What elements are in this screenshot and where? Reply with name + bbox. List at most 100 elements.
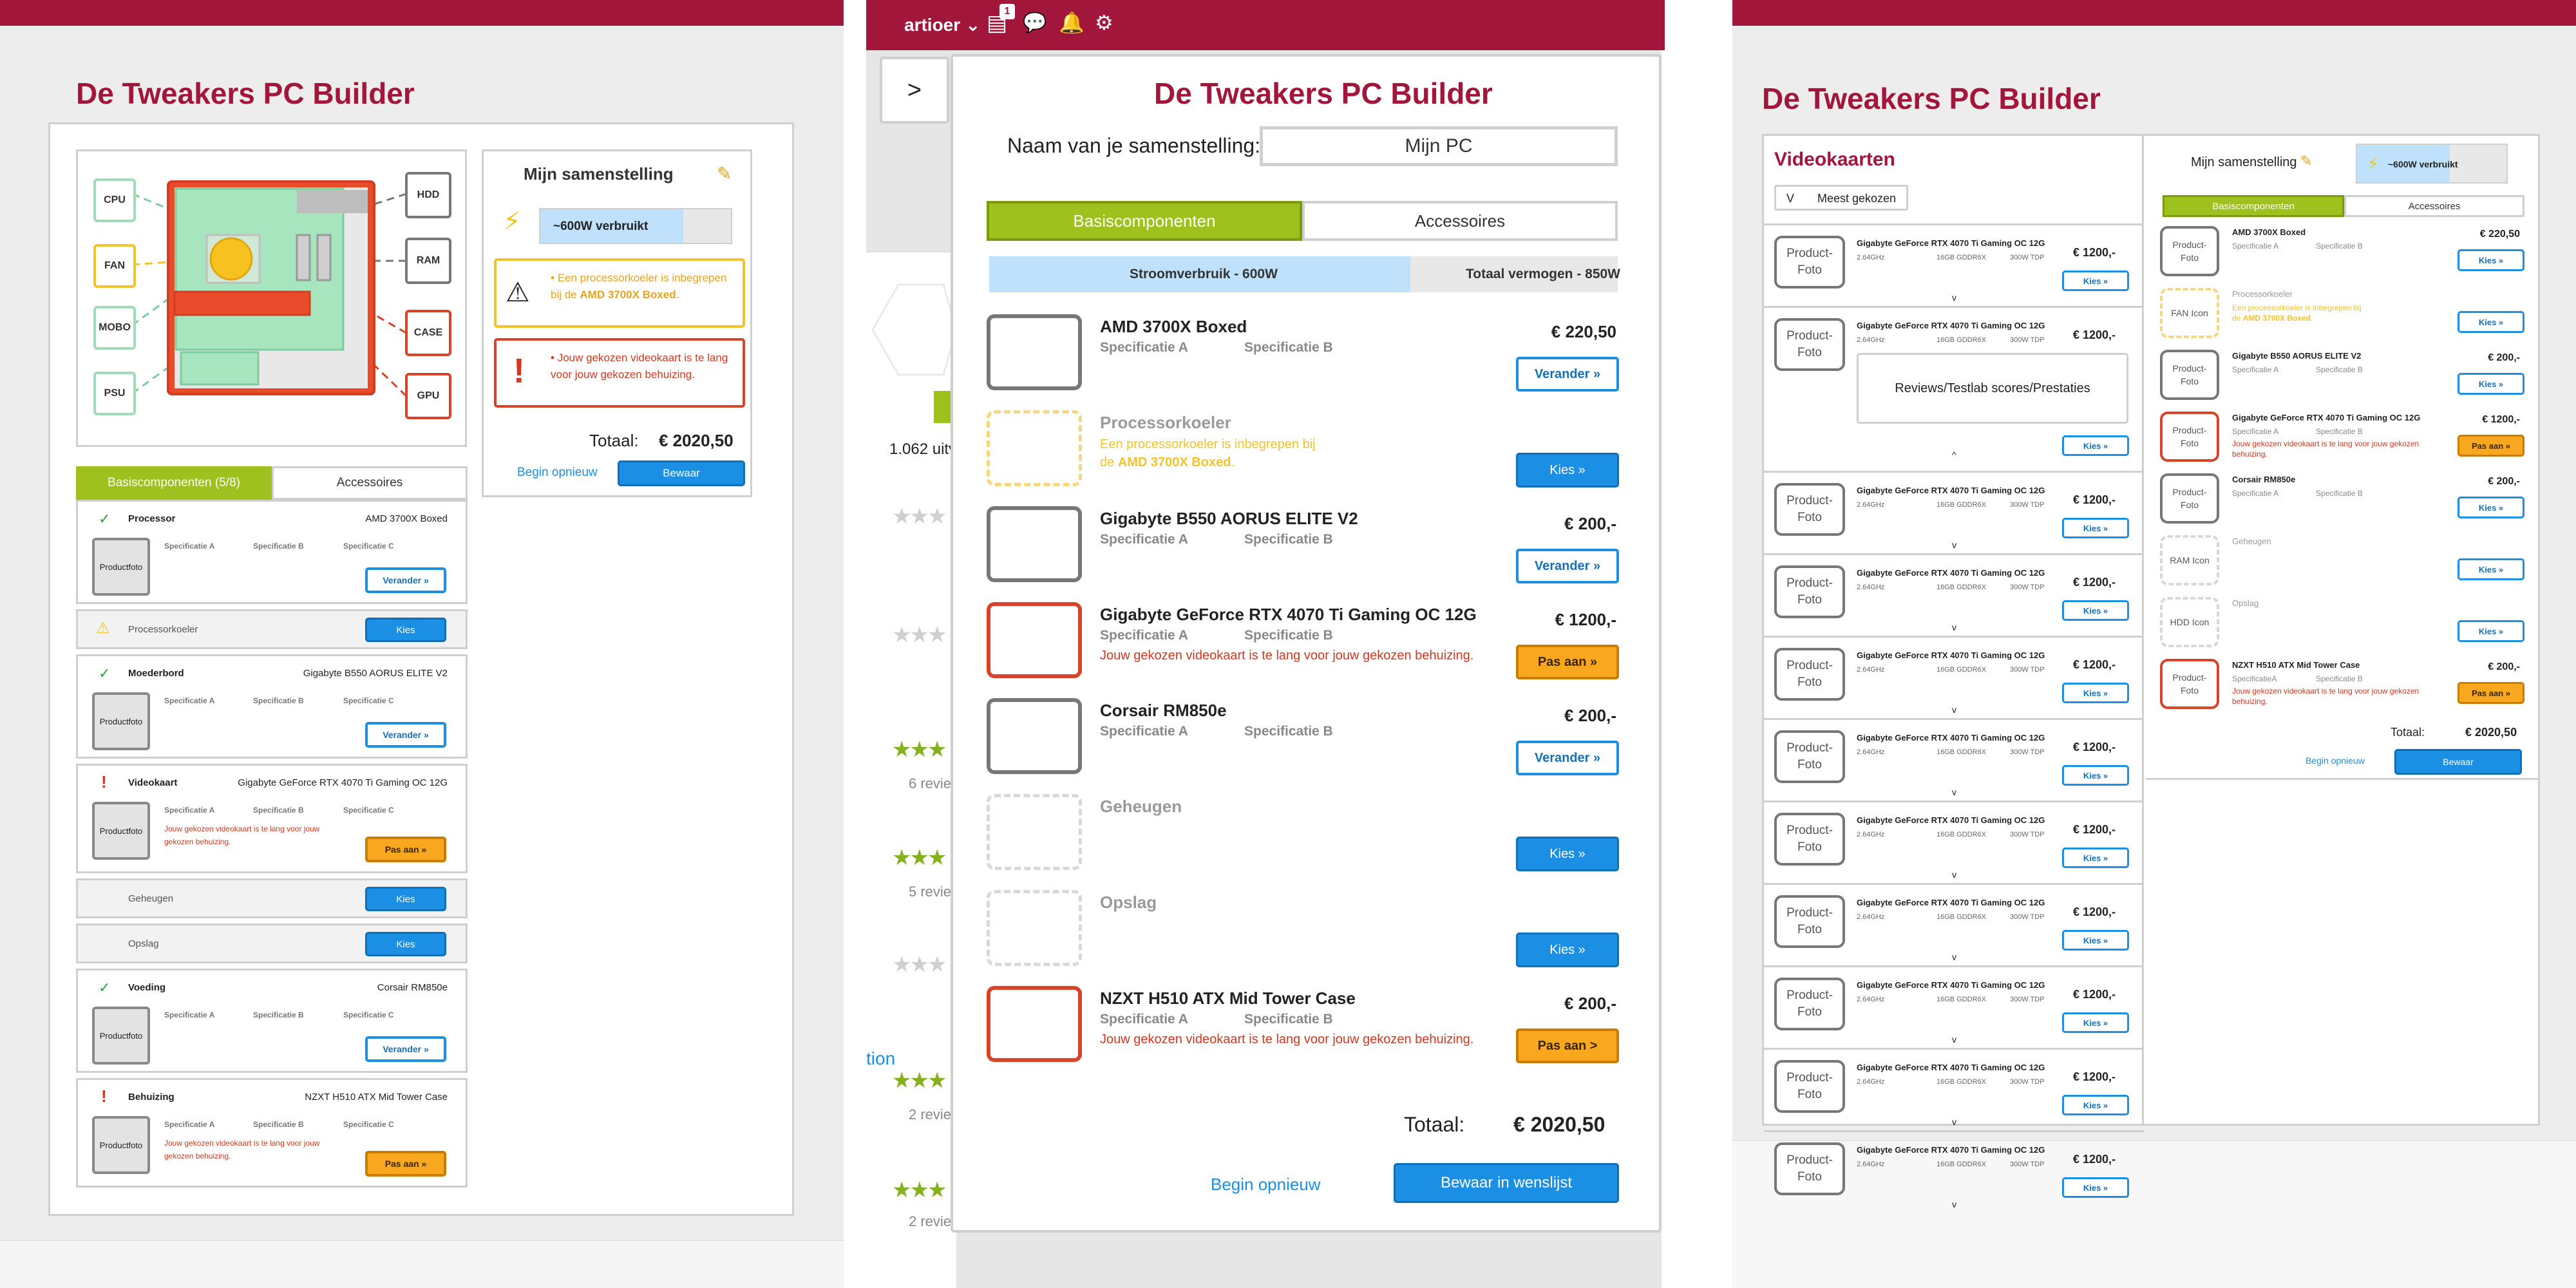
product-photo (987, 794, 1082, 870)
background-stars-2: ★★★ (892, 623, 947, 647)
product-row: Product- Foto Gigabyte GeForce RTX 4070 T… (1764, 1048, 2144, 1130)
chevron-down-icon[interactable]: v (1952, 540, 1956, 550)
summary-item: FAN Icon Processorkoeler Een processorkoel… (2146, 288, 2538, 347)
choose-button[interactable]: Kies » (2062, 683, 2129, 703)
component-type: Geheugen (128, 893, 174, 904)
item-action-button[interactable]: Kies » (2458, 373, 2524, 395)
component-action-button[interactable]: Kies » (1516, 837, 1619, 871)
spec-memory: 16GB GDDR6X (1937, 1160, 1987, 1168)
spec-memory: 16GB GDDR6X (1937, 666, 1987, 674)
right-tab-accessoires[interactable]: Accessoires (2344, 195, 2524, 217)
choose-button[interactable]: Kies » (2062, 1177, 2129, 1198)
choose-button[interactable]: Kies » (2062, 1095, 2129, 1115)
item-action-button[interactable]: Kies » (2458, 311, 2524, 333)
component-action-button[interactable]: Pas aan » (365, 1151, 446, 1177)
product-photo: RAM Icon (2160, 535, 2219, 585)
component-action-button[interactable]: Kies (365, 618, 446, 642)
component-name: Gigabyte B550 AORUS ELITE V2 (303, 668, 448, 679)
product-photo: HDD Icon (2160, 597, 2219, 647)
component-action-button[interactable]: Pas aan > (1516, 1028, 1619, 1063)
spec-b: Specificatie B (253, 806, 304, 815)
sidebar-toggle-button[interactable]: > (880, 57, 949, 124)
component-action-button[interactable]: Verander » (365, 1036, 446, 1062)
user-menu[interactable]: artioer ⌄ (904, 14, 980, 35)
item-action-button[interactable]: Kies » (2458, 558, 2524, 580)
spec-a: Specificatie A (2232, 489, 2279, 498)
choose-button[interactable]: Kies » (2062, 1012, 2129, 1033)
right-power-icon: ⚡ (2367, 154, 2380, 173)
power-icon: ⚡ (503, 207, 522, 236)
chevron-down-icon[interactable]: v (1952, 952, 1956, 962)
settings-icon[interactable]: ⚙ (1095, 10, 1113, 35)
component-action-button[interactable]: Pas aan » (1516, 645, 1619, 679)
item-action-button[interactable]: Pas aan » (2458, 682, 2524, 704)
right-edit-icon[interactable]: ✎ (2300, 153, 2312, 169)
component-action-button[interactable]: Verander » (1516, 549, 1619, 583)
component-action-button[interactable]: Verander » (365, 722, 446, 748)
component-action-button[interactable]: Kies (365, 887, 446, 911)
item-action-button[interactable]: Kies » (2458, 497, 2524, 518)
product-name: Gigabyte GeForce RTX 4070 Ti Gaming OC 1… (1857, 568, 2045, 578)
power-bar: ~600W verbruikt (539, 208, 732, 244)
chevron-down-icon[interactable]: v (1952, 869, 1956, 880)
item-action-button[interactable]: Kies » (2458, 249, 2524, 271)
product-photo: Product- Foto (1774, 318, 1845, 371)
component-name: Corsair RM850e (377, 982, 448, 993)
choose-button[interactable]: Kies » (2062, 600, 2129, 621)
choose-button[interactable]: Kies » (2062, 518, 2129, 538)
choose-button[interactable]: Kies » (2062, 435, 2129, 456)
edit-icon[interactable]: ✎ (717, 163, 732, 184)
right-power-text: ~600W verbruikt (2388, 159, 2458, 169)
chevron-down-icon[interactable]: v (1952, 1199, 1956, 1209)
right-page-title: De Tweakers PC Builder (1762, 82, 2101, 115)
note-tail: . (1231, 455, 1235, 469)
tab-accessoires[interactable]: Accessoires (272, 466, 468, 500)
chat-icon[interactable]: 💬 (1023, 12, 1046, 34)
product-price: € 1200,- (2073, 905, 2116, 918)
middle-restart-link[interactable]: Begin opnieuw (1211, 1175, 1321, 1195)
middle-tab-basiscomponenten[interactable]: Basiscomponenten (987, 201, 1302, 241)
component-action-button[interactable]: Verander » (1516, 357, 1619, 392)
product-row: Product- Foto Gigabyte GeForce RTX 4070 T… (1764, 1130, 2144, 1213)
chevron-down-icon[interactable]: v (1952, 1034, 1956, 1045)
choose-button[interactable]: Kies » (2062, 270, 2129, 291)
component-action-button[interactable]: Verander » (1516, 741, 1619, 775)
component-price: € 220,50 (1551, 322, 1616, 341)
middle-tab-accessoires[interactable]: Accessoires (1302, 201, 1618, 241)
item-action-button[interactable]: Kies » (2458, 620, 2524, 642)
component-name: Corsair RM850e (1100, 701, 1227, 720)
chevron-down-icon[interactable]: v (1952, 622, 1956, 632)
tab-basiscomponenten[interactable]: Basiscomponenten (5/8) (76, 466, 272, 500)
chevron-down-icon[interactable]: v (1952, 1117, 1956, 1127)
spec-b: Specificatie B (2316, 365, 2363, 374)
component-action-button[interactable]: Verander » (365, 567, 446, 593)
choose-button[interactable]: Kies » (2062, 848, 2129, 868)
component-action-button[interactable]: Kies » (1516, 453, 1619, 488)
sort-dropdown[interactable]: V Meest gekozen (1774, 185, 1908, 211)
component-action-button[interactable]: Pas aan » (365, 837, 446, 862)
choose-button[interactable]: Kies » (2062, 765, 2129, 786)
product-photo: Product- Foto (1774, 565, 1845, 618)
component-action-button[interactable]: Kies » (1516, 933, 1619, 967)
chevron-down-icon[interactable]: v (1952, 787, 1956, 797)
right-restart-link[interactable]: Begin opnieuw (2306, 755, 2365, 766)
right-save-button[interactable]: Bewaar (2394, 749, 2522, 775)
item-action-button[interactable]: Pas aan » (2458, 435, 2524, 457)
build-name-input[interactable] (1260, 126, 1618, 166)
component-action-button[interactable]: Kies (365, 932, 446, 956)
save-button[interactable]: Bewaar (618, 460, 745, 486)
check-icon: ✓ (99, 511, 111, 527)
chevron-up-icon[interactable]: ^ (1952, 450, 1956, 460)
spec-a: Specificatie A (164, 542, 215, 551)
chevron-down-icon[interactable]: v (1952, 292, 1956, 303)
right-tab-basiscomponenten[interactable]: Basiscomponenten (2163, 195, 2344, 217)
chevron-down-icon[interactable]: v (1952, 705, 1956, 715)
bell-icon[interactable]: 🔔 (1059, 10, 1084, 35)
product-price: € 1200,- (2073, 328, 2116, 341)
product-photo: Productfoto (92, 692, 150, 750)
restart-link[interactable]: Begin opnieuw (517, 466, 598, 480)
product-photo (987, 890, 1082, 966)
choose-button[interactable]: Kies » (2062, 930, 2129, 951)
spec-tdp: 300W TDP (2010, 583, 2045, 591)
save-wishlist-button[interactable]: Bewaar in wenslijst (1394, 1163, 1619, 1203)
